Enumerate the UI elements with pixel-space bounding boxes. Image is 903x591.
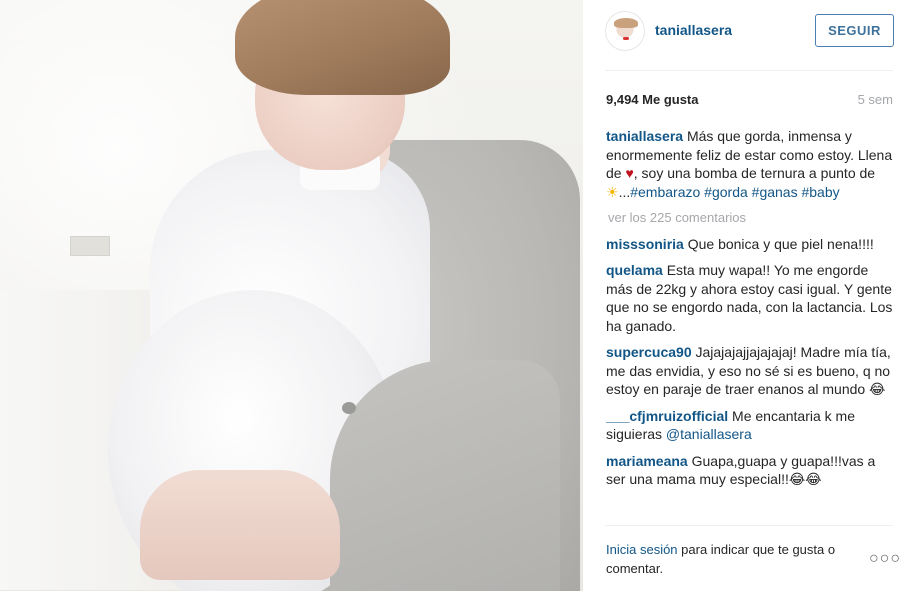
comment-mention[interactable]: @taniallasera: [666, 426, 752, 442]
sun-emoji-icon: ☀: [606, 183, 619, 200]
divider: [605, 525, 893, 526]
avatar-lips: [623, 37, 629, 40]
comment-username[interactable]: ___cfjmruizofficial: [606, 408, 728, 424]
comment-username[interactable]: quelama: [606, 262, 663, 278]
hashtag[interactable]: #baby: [801, 184, 839, 200]
caption-text-2: , soy una bomba de ternura a punto de: [633, 165, 876, 181]
comment-item: misssoniria Que bonica y que piel nena!!…: [606, 235, 893, 254]
login-prompt: Inicia sesión para indicar que te gusta …: [606, 540, 866, 578]
heart-emoji-icon: ♥: [625, 165, 634, 181]
login-link[interactable]: Inicia sesión: [606, 542, 678, 557]
comments-list: taniallasera Más que gorda, inmensa y en…: [606, 127, 893, 522]
comment-item: supercuca90 Jajajajajjajajajaj! Madre mí…: [606, 343, 893, 399]
post-header: taniallasera SEGUIR: [583, 0, 903, 62]
post-username[interactable]: taniallasera: [655, 22, 732, 38]
caption: taniallasera Más que gorda, inmensa y en…: [606, 127, 893, 201]
photo-cardigan-button: [342, 402, 356, 414]
comment-username[interactable]: misssoniria: [606, 236, 684, 252]
photo-hair: [235, 0, 450, 95]
comment-username[interactable]: supercuca90: [606, 344, 692, 360]
comment-item: ___cfjmruizofficial Me encantaria k me s…: [606, 407, 893, 444]
photo-hand: [140, 470, 340, 580]
hashtag[interactable]: #embarazo: [630, 184, 700, 200]
comment-item: mariameana Guapa,guapa y guapa!!!vas a s…: [606, 452, 893, 489]
divider: [605, 70, 893, 71]
avatar[interactable]: [605, 11, 645, 51]
likes-count[interactable]: 9,494 Me gusta: [606, 92, 699, 107]
post-age[interactable]: 5 sem: [858, 92, 893, 107]
comment-text: Que bonica y que piel nena!!!!: [683, 235, 874, 252]
comment-item: quelama Esta muy wapa!! Yo me engorde má…: [606, 261, 893, 335]
photo-sleeve: [330, 360, 560, 591]
photo-wall-vent: [70, 236, 110, 256]
post-sidebar: taniallasera SEGUIR 9,494 Me gusta 5 sem…: [583, 0, 903, 591]
caption-username[interactable]: taniallasera: [606, 128, 683, 144]
ellipsis-icon[interactable]: ○○○: [869, 550, 901, 568]
post-photo[interactable]: [0, 0, 583, 591]
follow-button[interactable]: SEGUIR: [815, 14, 894, 47]
caption-text-3: ...: [618, 183, 631, 200]
hashtag[interactable]: #gorda: [704, 184, 748, 200]
comment-username[interactable]: mariameana: [606, 453, 688, 469]
avatar-hair: [614, 18, 638, 28]
hashtag[interactable]: #ganas: [752, 184, 798, 200]
view-more-comments[interactable]: ver los 225 comentarios: [608, 209, 893, 228]
